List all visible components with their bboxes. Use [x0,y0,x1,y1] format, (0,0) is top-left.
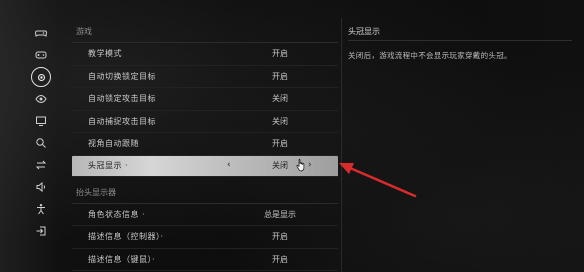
annotation-arrow [339,163,417,198]
